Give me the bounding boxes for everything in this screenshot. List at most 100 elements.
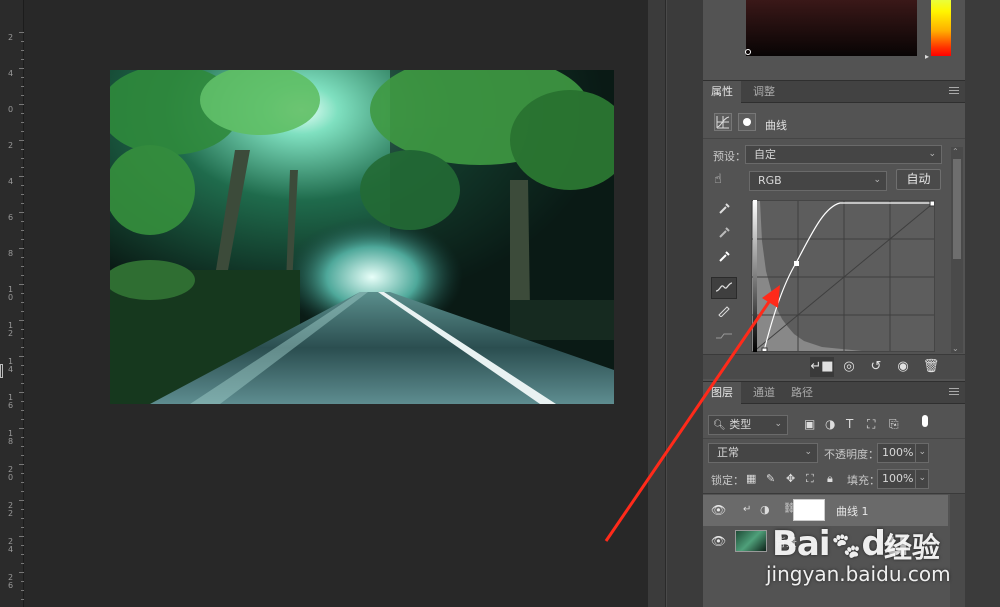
trash-icon[interactable]: 🗑	[919, 357, 943, 377]
chevron-down-icon: ⌄	[873, 175, 881, 185]
smooth-curve-icon[interactable]	[711, 327, 737, 349]
ruler-tick-label: 2 0	[8, 465, 14, 482]
fill-value: 100%	[882, 472, 914, 485]
clip-arrow-icon: ↵	[743, 504, 752, 515]
reset-icon[interactable]: ↺	[864, 357, 888, 377]
lock-artboard-icon[interactable]: ⛶	[806, 472, 814, 486]
filter-toggle-switch[interactable]	[922, 415, 928, 427]
tab-adjustments[interactable]: 调整	[745, 81, 783, 103]
preset-label: 预设：	[713, 150, 746, 163]
chevron-down-icon: ⌄	[918, 473, 926, 483]
filter-smart-object-icon[interactable]: ⎘	[889, 417, 899, 432]
scrollbar-thumb[interactable]	[953, 159, 961, 259]
preset-select[interactable]: 自定 ⌄	[745, 145, 942, 164]
layer-filter-select[interactable]: 🔍︎ 类型 ⌄	[708, 415, 788, 435]
color-field-handle[interactable]	[745, 49, 751, 55]
filter-adjustment-icon[interactable]: ◑	[825, 417, 835, 431]
ruler-tick-label: 0	[8, 105, 14, 114]
visibility-eye-icon[interactable]: 👁︎	[711, 503, 726, 517]
pencil-icon[interactable]	[711, 302, 737, 324]
chevron-down-icon: ⌄	[928, 149, 936, 159]
ruler-tick-label: 2 2	[8, 501, 14, 518]
blend-mode-value: 正常	[717, 446, 739, 459]
curve-white-point[interactable]	[929, 201, 935, 207]
lock-image-pixels-icon[interactable]: ✎	[766, 472, 775, 485]
fill-dropdown[interactable]: ⌄	[915, 469, 929, 489]
opacity-dropdown[interactable]: ⌄	[915, 443, 929, 463]
curves-adjustment-icon	[714, 113, 732, 131]
view-previous-state-icon[interactable]: ◎	[837, 357, 861, 377]
right-panel: ▸ 属性 调整 曲线 预设： 自定 ⌄ ☝ RGB ⌄ 自动 ⌃ ⌄ ↵■ ◎ …	[703, 0, 965, 607]
ruler-tick-label: 1 6	[8, 393, 14, 410]
ruler-tick-label: 2	[8, 33, 14, 42]
tab-properties[interactable]: 属性	[703, 81, 741, 103]
opacity-label: 不透明度：	[824, 448, 879, 461]
layer-thumbnail[interactable]	[735, 530, 767, 552]
filter-image-icon[interactable]: ▣	[804, 417, 815, 431]
panel-dock-gutter	[965, 0, 1000, 607]
hue-slider-handle[interactable]: ▸	[925, 52, 929, 61]
document-canvas[interactable]	[25, 0, 648, 607]
layer-row-curves[interactable]: 👁︎ ↵ ◑ ⛓ 曲线 1	[703, 495, 948, 526]
hue-slider[interactable]	[931, 0, 951, 56]
ruler-tick-label: 2 6	[8, 573, 14, 590]
baidu-jingyan-watermark: Bai🐾︎du 经验 jingyan.baidu.com	[766, 524, 952, 594]
auto-button[interactable]: 自动	[896, 169, 941, 190]
clip-to-layer-icon[interactable]: ↵■	[810, 357, 834, 377]
curve-point-tool-icon[interactable]	[711, 277, 737, 299]
layers-scrollbar[interactable]	[950, 494, 965, 607]
panel-menu-icon[interactable]	[949, 388, 959, 397]
ruler-tick-label: 8	[8, 249, 14, 258]
visibility-eye-icon[interactable]: ◉	[891, 357, 915, 377]
panel-gutter	[648, 0, 703, 607]
ruler-tick-label: 2	[8, 141, 14, 150]
properties-footer: ↵■ ◎ ↺ ◉ 🗑	[703, 354, 965, 379]
vertical-ruler: 24024681 01 21 41 61 82 02 22 42 62 8	[0, 0, 24, 607]
chevron-down-icon: ⌄	[804, 447, 812, 457]
curve-control-point[interactable]	[794, 261, 799, 266]
white-point-eyedropper-icon[interactable]	[711, 249, 737, 271]
lock-all-icon[interactable]: 🔒︎	[827, 472, 833, 486]
ruler-tick-label: 1 8	[8, 429, 14, 446]
scroll-up-icon[interactable]: ⌃	[952, 147, 959, 156]
watermark-jingyan: 经验	[884, 531, 941, 564]
channel-select[interactable]: RGB ⌄	[749, 171, 887, 191]
curves-graph[interactable]	[751, 200, 935, 352]
ruler-tick-label: 2 4	[8, 537, 14, 554]
tab-channels[interactable]: 通道	[745, 382, 783, 404]
ruler-tick-label: 1 0	[8, 285, 14, 302]
ruler-cursor-marker	[0, 364, 3, 378]
tab-layers[interactable]: 图层	[703, 382, 741, 404]
fill-label: 填充：	[847, 474, 880, 487]
scroll-down-icon[interactable]: ⌄	[952, 344, 959, 353]
ruler-tick-label: 1 4	[8, 357, 14, 374]
layer-mask-thumbnail[interactable]	[793, 499, 825, 521]
chevron-down-icon: ⌄	[918, 447, 926, 457]
gray-point-eyedropper-icon[interactable]	[711, 225, 737, 247]
ruler-tick-label: 4	[8, 69, 14, 78]
lock-transparent-pixels-icon[interactable]: ▦	[746, 472, 756, 485]
visibility-eye-icon[interactable]: 👁︎	[711, 534, 726, 548]
color-field[interactable]	[746, 0, 917, 56]
ruler-tick-label: 1 2	[8, 321, 14, 338]
layer-filter-value: 类型	[729, 418, 752, 431]
search-icon: 🔍︎	[713, 420, 726, 431]
target-adjustment-hand-icon[interactable]: ☝	[714, 172, 736, 190]
panel-menu-icon[interactable]	[949, 87, 959, 96]
adjustment-title: 曲线	[765, 119, 787, 132]
layer-name[interactable]: 曲线 1	[836, 503, 869, 519]
chevron-down-icon: ⌄	[774, 419, 782, 429]
black-point-eyedropper-icon[interactable]	[711, 201, 737, 223]
filter-type-icon[interactable]: T	[846, 417, 853, 431]
photo-night-road	[110, 70, 614, 404]
curve-black-point[interactable]	[761, 347, 768, 352]
tab-paths[interactable]: 路径	[783, 382, 821, 404]
layer-mask-icon[interactable]	[738, 113, 756, 131]
filter-shape-icon[interactable]: ⛶	[867, 417, 875, 432]
properties-scrollbar[interactable]: ⌃ ⌄	[951, 147, 963, 353]
layers-tab-bar: 图层 通道 路径	[703, 381, 965, 404]
blend-mode-select[interactable]: 正常 ⌄	[708, 443, 818, 463]
lock-position-icon[interactable]: ✥	[786, 472, 795, 485]
watermark-url: jingyan.baidu.com	[766, 562, 951, 586]
adjustment-layer-icon: ◑	[760, 503, 770, 516]
